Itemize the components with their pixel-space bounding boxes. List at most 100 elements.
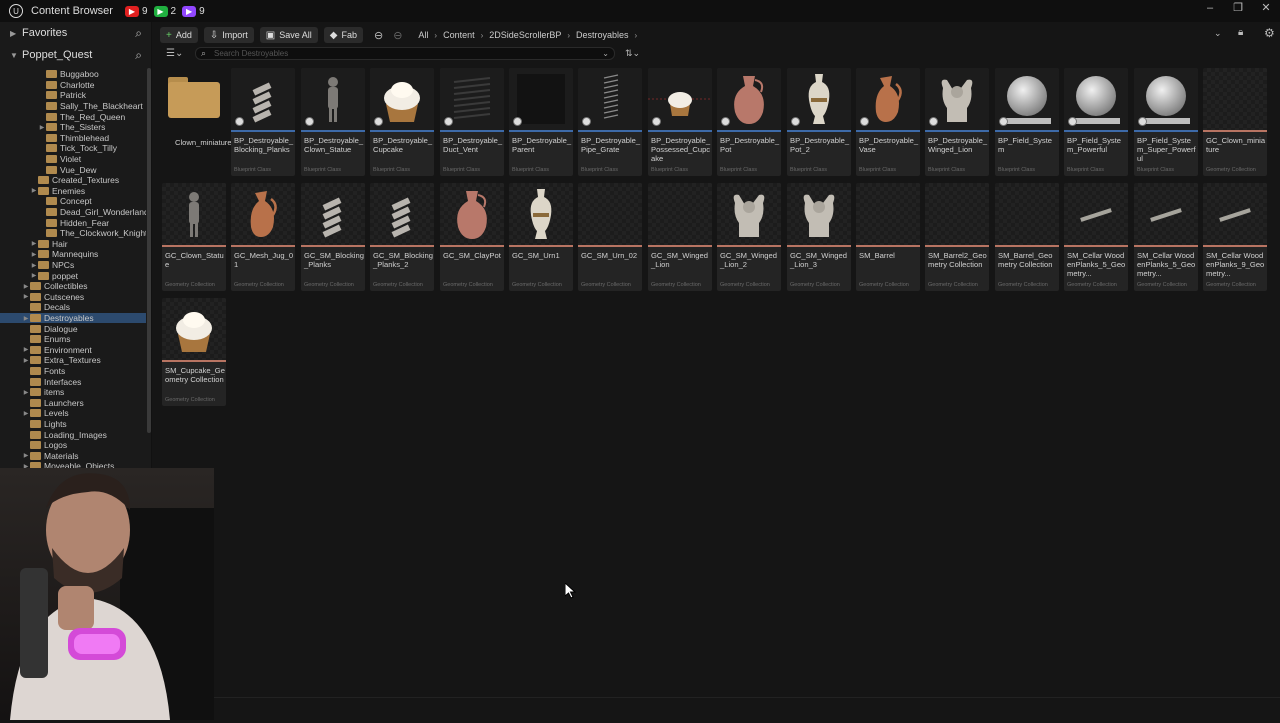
- asset-tile[interactable]: GC_Mesh_Jug_01 Geometry Collection: [231, 183, 295, 291]
- search-icon[interactable]: ⌕: [135, 26, 142, 41]
- tree-folder-item[interactable]: Decals: [0, 302, 146, 313]
- asset-tile[interactable]: BP_Destroyable_Possessed_Cupcake Blueprin…: [648, 68, 712, 176]
- tree-folder-item[interactable]: ▶ Levels: [0, 408, 146, 419]
- breadcrumb-item[interactable]: 2DSideScrollerBP: [489, 30, 561, 40]
- project-header[interactable]: ▼ Poppet_Quest ⌕: [0, 44, 151, 66]
- tree-folder-item[interactable]: Thimblehead: [0, 133, 146, 144]
- fab-button[interactable]: ◆ Fab: [323, 27, 363, 43]
- tree-scrollbar[interactable]: [147, 68, 151, 433]
- expand-arrow-icon[interactable]: ▶: [38, 124, 46, 131]
- tree-folder-item[interactable]: Tick_Tock_Tilly: [0, 143, 146, 154]
- tree-folder-item[interactable]: ▶ Enemies: [0, 186, 146, 197]
- search-icon[interactable]: ⌕: [135, 48, 142, 63]
- sort-icon[interactable]: ⇅⌄: [625, 48, 640, 59]
- asset-tile[interactable]: BP_Destroyable_Pot Blueprint Class: [717, 68, 781, 176]
- tree-folder-item[interactable]: Loading_Images: [0, 429, 146, 440]
- tree-folder-item[interactable]: Hidden_Fear: [0, 217, 146, 228]
- import-button[interactable]: ⇩ Import: [203, 27, 254, 43]
- maximize-button[interactable]: ❐: [1224, 0, 1252, 18]
- filter-icon[interactable]: ☰⌄: [166, 48, 183, 59]
- expand-arrow-icon[interactable]: ▶: [22, 410, 30, 417]
- expand-arrow-icon[interactable]: ▶: [30, 262, 38, 269]
- asset-tile[interactable]: BP_Field_System_Super_Powerful Blueprint …: [1134, 68, 1198, 176]
- tree-folder-item[interactable]: Logos: [0, 440, 146, 451]
- tree-folder-item[interactable]: ▶ items: [0, 387, 146, 398]
- tree-folder-item[interactable]: ▶ Environment: [0, 345, 146, 356]
- tree-folder-item[interactable]: ▶ Hair: [0, 239, 146, 250]
- breadcrumb-item[interactable]: All: [418, 30, 428, 40]
- expand-arrow-icon[interactable]: ▶: [22, 283, 30, 290]
- back-arrow-icon[interactable]: ⊖: [374, 29, 383, 42]
- asset-tile[interactable]: SM_Cellar WoodenPlanks_9_Geometry... Geom…: [1203, 183, 1267, 291]
- tree-folder-item[interactable]: The_Clockwork_Knight: [0, 228, 146, 239]
- breadcrumb-separator-icon[interactable]: ›: [567, 31, 570, 40]
- tree-folder-item[interactable]: Violet: [0, 154, 146, 165]
- chevron-down-icon[interactable]: ⌄: [602, 48, 609, 59]
- asset-tile[interactable]: GC_SM_Winged_Lion Geometry Collection: [648, 183, 712, 291]
- tree-folder-item[interactable]: ▶ Extra_Textures: [0, 355, 146, 366]
- close-button[interactable]: ✕: [1252, 0, 1280, 18]
- asset-tile[interactable]: SM_Barrel_Geometry Collection Geometry Co…: [995, 183, 1059, 291]
- breadcrumb-item[interactable]: Destroyables: [576, 30, 629, 40]
- tree-folder-item[interactable]: ▶ Mannequins: [0, 249, 146, 260]
- asset-tile[interactable]: SM_Cellar WoodenPlanks_5_Geometry... Geom…: [1134, 183, 1198, 291]
- asset-tile[interactable]: GC_Clown_Statue Geometry Collection: [162, 183, 226, 291]
- tree-folder-item[interactable]: Fonts: [0, 366, 146, 377]
- asset-folder-tile[interactable]: Clown_miniature_Clown_miniature: [162, 68, 292, 176]
- tree-folder-item[interactable]: ▶ Destroyables: [0, 312, 146, 324]
- breadcrumb-separator-icon[interactable]: ›: [434, 31, 437, 40]
- minimize-button[interactable]: –: [1196, 0, 1224, 18]
- asset-tile[interactable]: BP_Destroyable_Vase Blueprint Class: [856, 68, 920, 176]
- asset-tile[interactable]: BP_Field_System Blueprint Class: [995, 68, 1059, 176]
- expand-arrow-icon[interactable]: ▶: [22, 293, 30, 300]
- asset-tile[interactable]: BP_Destroyable_Pot_2 Blueprint Class: [787, 68, 851, 176]
- tree-folder-item[interactable]: ▶ NPCs: [0, 260, 146, 271]
- tree-folder-item[interactable]: ▶ The_Sisters: [0, 122, 146, 133]
- expand-arrow-icon[interactable]: ▶: [30, 187, 38, 194]
- asset-tile[interactable]: BP_Destroyable_Pipe_Grate Blueprint Class: [578, 68, 642, 176]
- breadcrumb-separator-icon[interactable]: ›: [635, 31, 638, 40]
- asset-tile[interactable]: GC_SM_Blocking_Planks Geometry Collection: [301, 183, 365, 291]
- tree-folder-item[interactable]: Buggaboo: [0, 69, 146, 80]
- tree-folder-item[interactable]: Launchers: [0, 398, 146, 409]
- tree-folder-item[interactable]: The_Red_Queen: [0, 111, 146, 122]
- tree-folder-item[interactable]: Enums: [0, 334, 146, 345]
- settings-gear-icon[interactable]: ⚙: [1264, 26, 1275, 40]
- lock-icon[interactable]: 🔒︎: [1238, 27, 1243, 38]
- asset-tile[interactable]: SM_Barrel2_Geometry Collection Geometry C…: [925, 183, 989, 291]
- add-button[interactable]: + Add: [160, 27, 198, 43]
- tree-folder-item[interactable]: Dialogue: [0, 323, 146, 334]
- badge-xbox[interactable]: ▶ 2: [153, 5, 176, 17]
- expand-arrow-icon[interactable]: ▶: [22, 346, 30, 353]
- asset-tile[interactable]: BP_Field_System_Powerful Blueprint Class: [1064, 68, 1128, 176]
- expand-arrow-icon[interactable]: ▶: [30, 251, 38, 258]
- favorites-header[interactable]: ▶ Favorites ⌕: [0, 22, 151, 44]
- tree-folder-item[interactable]: Dead_Girl_Wonderland: [0, 207, 146, 218]
- expand-arrow-icon[interactable]: ▶: [22, 357, 30, 364]
- asset-tile[interactable]: GC_SM_Urn_02 Geometry Collection: [578, 183, 642, 291]
- asset-tile[interactable]: BP_Destroyable_Parent Blueprint Class: [509, 68, 573, 176]
- asset-tile[interactable]: SM_Cellar WoodenPlanks_5_Geometry... Geom…: [1064, 183, 1128, 291]
- asset-tile[interactable]: GC_SM_Blocking_Planks_2 Geometry Collecti…: [370, 183, 434, 291]
- asset-tile[interactable]: SM_Cupcake_Geometry Collection Geometry C…: [162, 298, 226, 406]
- asset-tile[interactable]: GC_Clown_miniature Geometry Collection: [1203, 68, 1267, 176]
- tree-folder-item[interactable]: ▶ poppet: [0, 270, 146, 281]
- expand-arrow-icon[interactable]: ▶: [22, 315, 30, 322]
- breadcrumb-item[interactable]: Content: [443, 30, 475, 40]
- asset-tile[interactable]: BP_Destroyable_Duct_Vent Blueprint Class: [440, 68, 504, 176]
- tree-folder-item[interactable]: ▶ Materials: [0, 451, 146, 462]
- asset-tile[interactable]: BP_Destroyable_Clown_Statue Blueprint Cla…: [301, 68, 365, 176]
- tree-folder-item[interactable]: Sally_The_Blackheart: [0, 101, 146, 112]
- tree-folder-item[interactable]: Created_Textures: [0, 175, 146, 186]
- breadcrumb-separator-icon[interactable]: ›: [481, 31, 484, 40]
- asset-tile[interactable]: BP_Destroyable_Blocking_Planks Blueprint …: [231, 68, 295, 176]
- tree-folder-item[interactable]: Lights: [0, 419, 146, 430]
- tree-folder-item[interactable]: Concept: [0, 196, 146, 207]
- badge-youtube[interactable]: ▶ 9: [124, 5, 148, 17]
- expand-arrow-icon[interactable]: ▶: [22, 389, 30, 396]
- expand-arrow-icon[interactable]: ▶: [30, 240, 38, 247]
- badge-twitch[interactable]: ▶ 9: [182, 5, 205, 17]
- asset-tile[interactable]: GC_SM_Winged_Lion_2 Geometry Collection: [717, 183, 781, 291]
- chevron-down-icon[interactable]: ⌄: [1214, 28, 1222, 39]
- expand-arrow-icon[interactable]: ▶: [30, 272, 38, 279]
